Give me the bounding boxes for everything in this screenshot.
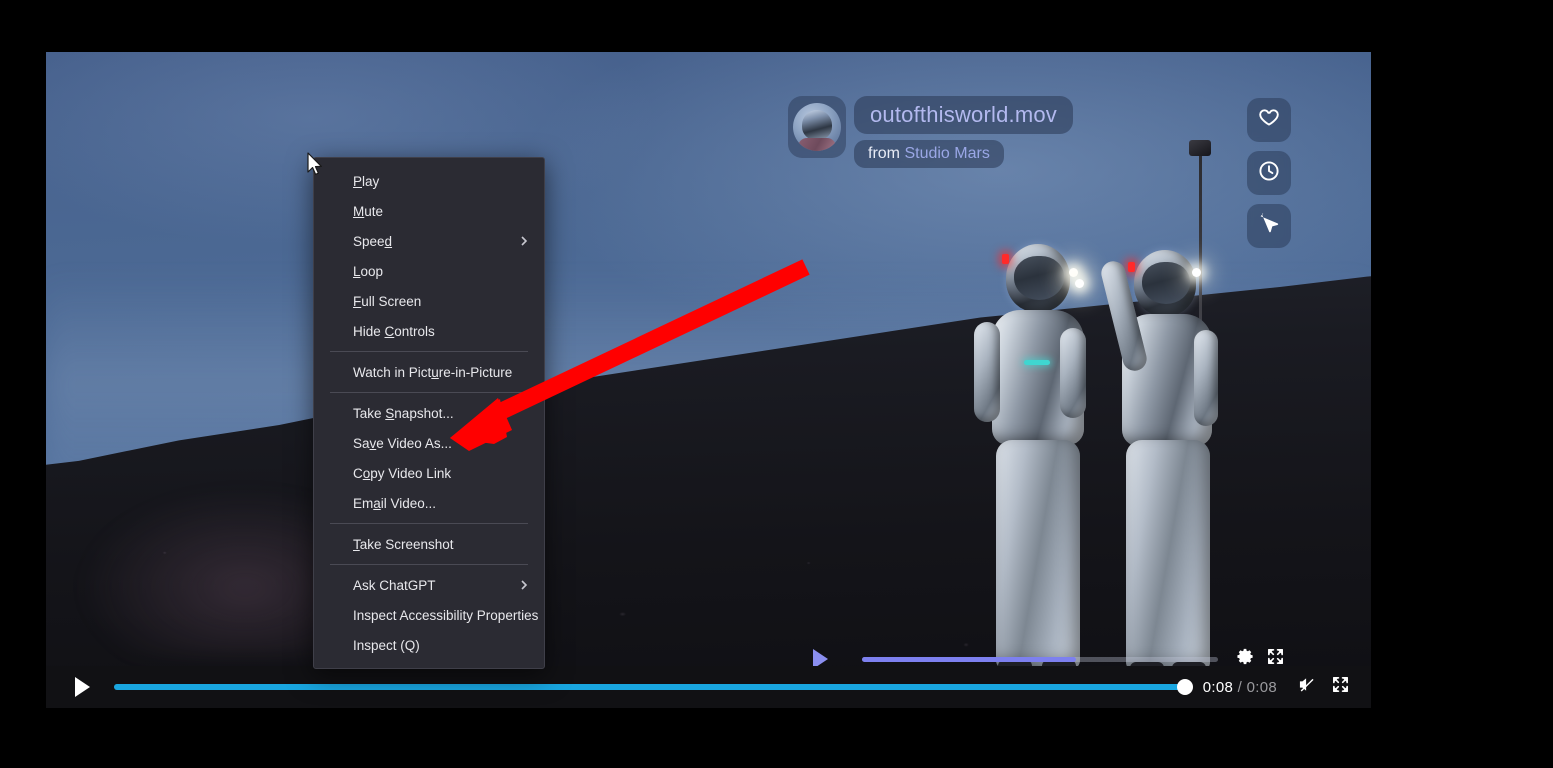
selfie-pole-head (1189, 140, 1211, 156)
menu-item-full-screen[interactable]: Full Screen (314, 286, 544, 316)
play-icon (75, 677, 90, 697)
menu-item-label: Inspect (Q) (353, 638, 420, 653)
astronaut-avatar-icon (793, 103, 841, 151)
menu-item-picture-in-picture[interactable]: Watch in Picture-in-Picture (314, 357, 544, 387)
menu-item-label: Take Snapshot... (353, 406, 454, 421)
progress-bar[interactable] (114, 684, 1185, 690)
menu-separator (330, 351, 528, 352)
menu-item-mute[interactable]: Mute (314, 196, 544, 226)
astronaut-legs (1126, 440, 1210, 672)
helmet-lamp (1192, 268, 1201, 277)
menu-item-label: Take Screenshot (353, 537, 454, 552)
current-time: 0:08 (1203, 679, 1233, 696)
menu-item-label: Inspect Accessibility Properties (353, 608, 538, 623)
action-rail (1247, 98, 1291, 248)
progress-fill (114, 684, 1185, 690)
progress-handle[interactable] (1177, 679, 1193, 695)
menu-item-email-video[interactable]: Email Video... (314, 488, 544, 518)
astronaut-arm (974, 322, 1000, 422)
menu-item-label: Loop (353, 264, 383, 279)
suit-indicator-strip (1024, 360, 1050, 365)
menu-item-label: Save Video As... (353, 436, 452, 451)
helmet-indicator (1002, 254, 1009, 264)
menu-item-save-video-as[interactable]: Save Video As... (314, 428, 544, 458)
site-progress-bar[interactable] (862, 657, 1218, 662)
astronaut-arm (1194, 330, 1218, 426)
menu-item-label: Speed (353, 234, 392, 249)
context-menu[interactable]: Play Mute Speed Loop Full Screen Hide Control… (313, 157, 545, 669)
video-info-badge: outofthisworld.mov from Studio Mars (788, 96, 1073, 168)
menu-separator (330, 564, 528, 565)
time-readout: 0:08 / 0:08 (1203, 679, 1277, 696)
helmet-lamp (1075, 279, 1084, 288)
menu-item-label: Ask ChatGPT (353, 578, 436, 593)
astronaut-arm (1060, 328, 1086, 418)
menu-item-speed[interactable]: Speed (314, 226, 544, 256)
share-button[interactable] (1247, 204, 1291, 248)
menu-item-inspect[interactable]: Inspect (Q) (314, 630, 544, 660)
menu-separator (330, 392, 528, 393)
avatar[interactable] (788, 96, 846, 158)
menu-item-hide-controls[interactable]: Hide Controls (314, 316, 544, 346)
menu-item-label: Play (353, 174, 379, 189)
astronaut-left (976, 182, 1096, 692)
menu-item-label: Copy Video Link (353, 466, 451, 481)
send-icon (1257, 212, 1281, 241)
astronaut-right (1106, 202, 1226, 702)
video-filename: outofthisworld.mov (854, 96, 1073, 134)
menu-item-play[interactable]: Play (314, 166, 544, 196)
menu-item-take-screenshot[interactable]: Take Screenshot (314, 529, 544, 559)
helmet-lamp (1069, 268, 1078, 277)
menu-item-take-snapshot[interactable]: Take Snapshot... (314, 398, 544, 428)
progress-wrap (104, 684, 1195, 690)
menu-item-copy-video-link[interactable]: Copy Video Link (314, 458, 544, 488)
chevron-right-icon (518, 579, 530, 591)
play-button[interactable] (60, 666, 104, 708)
menu-item-loop[interactable]: Loop (314, 256, 544, 286)
menu-item-label: Full Screen (353, 294, 421, 309)
muted-speaker-icon (1297, 675, 1316, 699)
video-scene (46, 52, 1371, 708)
menu-item-label: Watch in Picture-in-Picture (353, 365, 512, 380)
site-progress-fill (862, 657, 1076, 662)
menu-item-label: Hide Controls (353, 324, 435, 339)
avatar-helmet (802, 110, 832, 140)
mute-button[interactable] (1289, 666, 1323, 708)
menu-item-inspect-accessibility[interactable]: Inspect Accessibility Properties (314, 600, 544, 630)
site-progress-wrap (850, 657, 1230, 662)
menu-separator (330, 523, 528, 524)
clock-icon (1257, 159, 1281, 188)
fullscreen-button[interactable] (1323, 666, 1357, 708)
fullscreen-icon (1331, 675, 1350, 699)
chevron-right-icon (518, 235, 530, 247)
avatar-body (798, 138, 836, 151)
video-source: from Studio Mars (854, 140, 1004, 168)
menu-item-label: Mute (353, 204, 383, 219)
heart-icon (1257, 106, 1281, 135)
time-separator: / (1238, 679, 1242, 696)
astronaut-visor (1014, 256, 1064, 300)
from-label: from (868, 145, 900, 162)
studio-name[interactable]: Studio Mars (904, 145, 989, 162)
browser-video-controls: 0:08 / 0:08 (46, 666, 1371, 708)
astronaut-visor (1142, 262, 1190, 304)
astronaut-legs (996, 440, 1080, 670)
video-player[interactable]: outofthisworld.mov from Studio Mars (46, 52, 1371, 708)
menu-item-ask-chatgpt[interactable]: Ask ChatGPT (314, 570, 544, 600)
like-button[interactable] (1247, 98, 1291, 142)
helmet-indicator (1128, 262, 1135, 272)
screen: outofthisworld.mov from Studio Mars (0, 0, 1553, 768)
badge-text-group: outofthisworld.mov from Studio Mars (854, 96, 1073, 168)
duration: 0:08 (1247, 679, 1277, 696)
menu-item-label: Email Video... (353, 496, 436, 511)
watch-later-button[interactable] (1247, 151, 1291, 195)
